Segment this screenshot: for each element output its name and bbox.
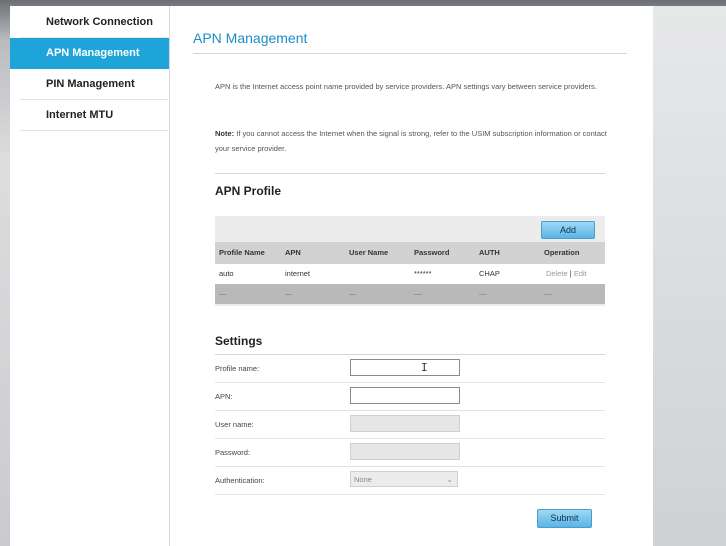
apn-row: APN: xyxy=(215,383,605,411)
background-panel xyxy=(653,6,726,546)
password-row: Password: xyxy=(215,439,605,467)
sidebar-item-pin-management[interactable]: PIN Management xyxy=(20,69,168,100)
operation-separator: | xyxy=(569,269,572,278)
profile-name-label: Profile name: xyxy=(215,364,260,373)
cell-apn: internet xyxy=(285,269,311,278)
cell-auth: CHAP xyxy=(479,269,500,278)
cell-operation: Delete | Edit xyxy=(546,264,587,284)
profile-name-input[interactable] xyxy=(350,359,460,376)
apn-label: APN: xyxy=(215,392,233,401)
empty-cell: — xyxy=(414,289,422,298)
authentication-row: Authentication: None ⌄ xyxy=(215,467,605,495)
column-header: Profile Name xyxy=(219,248,265,257)
sidebar-item-network-connection[interactable]: Network Connection xyxy=(20,7,168,38)
column-header: AUTH xyxy=(479,248,500,257)
user-name-input[interactable] xyxy=(350,415,460,432)
password-input[interactable] xyxy=(350,443,460,460)
apn-profile-table: Add Profile Name APN User Name Password … xyxy=(215,216,605,306)
sidebar: Network Connection APN Management PIN Ma… xyxy=(10,6,170,546)
settings-title: Settings xyxy=(215,334,263,348)
edit-link[interactable]: Edit xyxy=(574,269,587,278)
profile-name-row: Profile name: Ι xyxy=(215,355,605,383)
authentication-select[interactable]: None ⌄ xyxy=(350,471,458,487)
table-row[interactable]: auto internet ****** CHAP Delete | Edit xyxy=(215,264,605,284)
empty-cell: — xyxy=(544,289,552,298)
user-name-row: User name: xyxy=(215,411,605,439)
user-name-label: User name: xyxy=(215,420,254,429)
authentication-label: Authentication: xyxy=(215,476,265,485)
empty-cell: — xyxy=(479,289,487,298)
note-body: If you cannot access the Internet when t… xyxy=(215,129,607,153)
note-label: Note: xyxy=(215,129,235,138)
main-panel: APN Management APN is the Internet acces… xyxy=(170,6,653,546)
chevron-down-icon: ⌄ xyxy=(446,475,453,484)
empty-cell: — xyxy=(349,289,357,298)
submit-button[interactable]: Submit xyxy=(537,509,592,528)
intro-text: APN is the Internet access point name pr… xyxy=(215,82,597,91)
cell-password: ****** xyxy=(414,269,432,278)
sidebar-item-internet-mtu[interactable]: Internet MTU xyxy=(20,100,168,131)
column-header: Operation xyxy=(544,248,580,257)
text-cursor-icon: Ι xyxy=(421,361,428,374)
column-header: Password xyxy=(414,248,450,257)
table-header: Profile Name APN User Name Password AUTH… xyxy=(215,242,605,264)
empty-cell: — xyxy=(285,289,293,298)
column-header: User Name xyxy=(349,248,389,257)
authentication-value: None xyxy=(354,475,372,484)
sidebar-item-apn-management[interactable]: APN Management xyxy=(10,38,169,69)
column-header: APN xyxy=(285,248,301,257)
apn-profile-title: APN Profile xyxy=(215,184,282,198)
apn-input[interactable] xyxy=(350,387,460,404)
page-title: APN Management xyxy=(193,30,308,46)
table-row-empty: — — — — — — xyxy=(215,284,605,304)
cell-profile-name: auto xyxy=(219,269,234,278)
section-divider xyxy=(215,173,605,174)
empty-cell: — xyxy=(219,289,227,298)
title-divider xyxy=(193,53,627,54)
delete-link[interactable]: Delete xyxy=(546,269,568,278)
password-label: Password: xyxy=(215,448,251,457)
note-text: Note: If you cannot access the Internet … xyxy=(215,126,610,156)
add-button[interactable]: Add xyxy=(541,221,595,239)
